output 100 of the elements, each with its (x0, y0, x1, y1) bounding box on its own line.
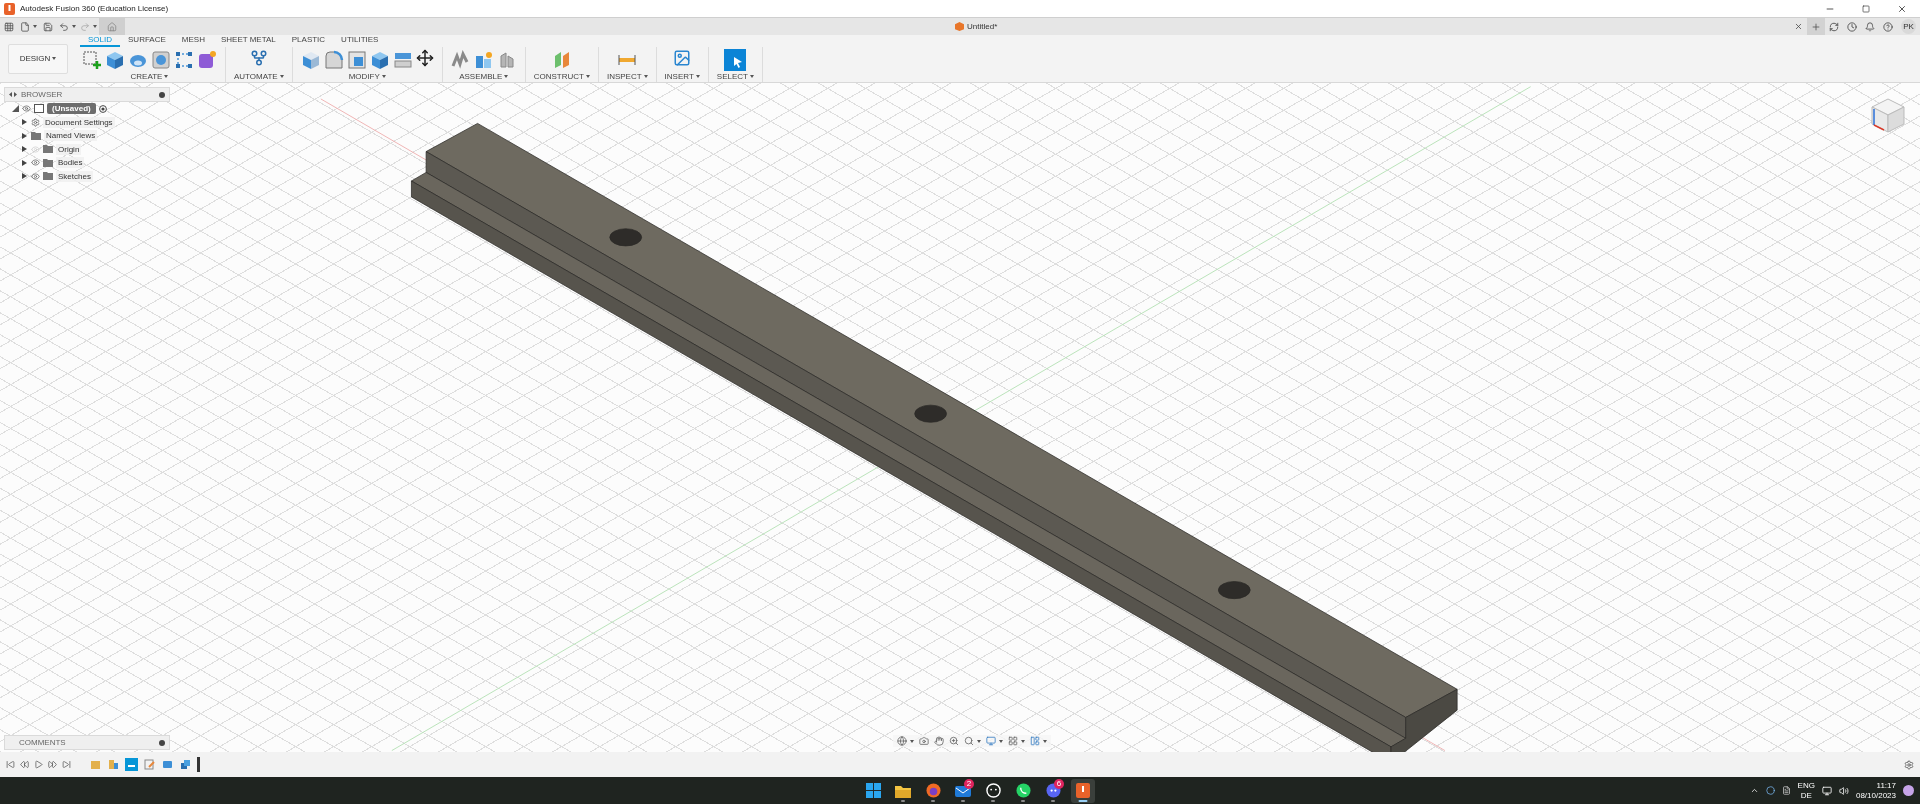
shell-icon[interactable] (346, 50, 367, 70)
browser-item-label[interactable]: Origin (56, 143, 82, 155)
taskbar-app-button[interactable]: 6 (1041, 778, 1065, 803)
taskbar-app-button[interactable]: 2 (951, 778, 975, 803)
image-icon[interactable] (673, 49, 692, 67)
timeline-feature[interactable] (143, 758, 156, 771)
toolbar-tab[interactable]: MESH (173, 35, 213, 47)
caret-icon (279, 75, 284, 78)
camera-icon (919, 736, 929, 746)
tool-group-dropdown[interactable]: SELECT (716, 72, 754, 81)
grid-settings-button[interactable] (1008, 736, 1025, 746)
go-to-start-button[interactable] (6, 760, 15, 769)
look-at-button[interactable] (919, 736, 929, 746)
fork-icon[interactable] (249, 49, 268, 67)
chevron-up-icon[interactable] (1749, 786, 1759, 795)
taskbar-app-button[interactable] (1071, 778, 1095, 803)
pan-button[interactable] (934, 736, 944, 746)
clock[interactable]: 11:17 08/10/2023 (1855, 780, 1896, 801)
viewports-button[interactable] (1030, 736, 1047, 746)
component-icon[interactable] (473, 50, 494, 70)
step-forward-button[interactable] (48, 760, 57, 769)
go-to-end-button[interactable] (62, 760, 71, 769)
browser-item-label[interactable]: Named Views (44, 130, 98, 142)
settings-icon[interactable] (1904, 759, 1914, 770)
caret-icon (1043, 739, 1047, 743)
caret-icon (999, 739, 1003, 743)
browser-item-label[interactable]: Bodies (56, 157, 85, 169)
tool-group-dropdown[interactable]: CONSTRUCT (533, 72, 590, 81)
toolbar-tab[interactable]: UTILITIES (333, 35, 387, 47)
collapse-arrows-icon[interactable] (9, 92, 17, 97)
display-settings-button[interactable] (986, 736, 1003, 746)
orbit-button[interactable] (897, 736, 914, 746)
rewind-icon (20, 760, 29, 769)
speaker-icon[interactable] (1838, 785, 1849, 796)
notification-badge: 2 (964, 778, 974, 789)
help-icon (1883, 21, 1893, 32)
expand-triangle-button[interactable] (20, 131, 28, 141)
collapse-triangle-icon[interactable] (12, 105, 19, 113)
avatar-circle-icon[interactable] (1903, 785, 1914, 796)
caret-icon (1021, 739, 1025, 743)
joint-icon[interactable] (450, 50, 471, 70)
expand-triangle-button[interactable] (20, 171, 28, 181)
orbit-icon (897, 736, 907, 746)
cube-icon[interactable] (105, 50, 125, 70)
hand-icon (934, 736, 944, 746)
combine-icon (180, 759, 191, 770)
timeline-feature[interactable] (125, 758, 138, 771)
caret-icon (381, 75, 386, 78)
toolbar-tab[interactable]: PLASTIC (283, 35, 334, 47)
sketch-plus-icon[interactable] (82, 50, 102, 70)
user-avatar[interactable]: PK (1901, 19, 1916, 34)
expand-triangle-button[interactable] (20, 144, 28, 154)
timeline-marker[interactable] (197, 757, 200, 772)
toolbar-tab[interactable]: SURFACE (120, 35, 174, 47)
tool-group-dropdown[interactable]: CREATE (130, 72, 169, 81)
refresh-icon (1829, 21, 1839, 32)
play-icon (34, 760, 43, 769)
caret-icon (585, 75, 590, 78)
radio-icon[interactable] (98, 104, 107, 113)
combine-icon[interactable] (369, 50, 390, 70)
tool-group-dropdown[interactable]: MODIFY (348, 72, 386, 81)
expand-triangle-button[interactable] (20, 158, 28, 168)
browser-title: BROWSER (21, 90, 64, 99)
play-button[interactable] (34, 760, 43, 769)
tray-app-icon[interactable] (1765, 786, 1775, 795)
date-text: 08/10/2023 (1855, 790, 1896, 801)
caret-icon (695, 75, 700, 78)
timeline-feature[interactable] (179, 758, 192, 771)
step-back-button[interactable] (20, 760, 29, 769)
pattern-icon[interactable] (174, 50, 194, 70)
timeline-feature[interactable] (107, 758, 120, 771)
monitor-icon[interactable] (1821, 785, 1832, 796)
workspace-dropdown[interactable]: DESIGN (8, 43, 68, 74)
language-indicator[interactable]: ENG DE (1797, 780, 1815, 801)
tray-app-icon[interactable] (1781, 786, 1791, 795)
move-icon[interactable] (415, 49, 434, 67)
tool-group-dropdown[interactable]: AUTOMATE (234, 72, 284, 81)
derive-icon[interactable] (197, 50, 217, 70)
zoom-button[interactable] (949, 736, 959, 746)
tool-group-dropdown[interactable]: INSERT (664, 72, 700, 81)
comments-title: COMMENTS (18, 738, 67, 747)
fillet-icon[interactable] (323, 50, 344, 70)
root-component-label[interactable]: (Unsaved) (47, 103, 96, 115)
toolbar-tab[interactable]: SHEET METAL (212, 35, 284, 47)
tool-group-dropdown[interactable]: ASSEMBLE (459, 72, 509, 81)
dot-icon[interactable] (159, 91, 165, 98)
fit-button[interactable] (964, 736, 981, 746)
expand-triangle-button[interactable] (20, 117, 28, 127)
language-text: ENG (1797, 780, 1815, 791)
document-tab[interactable]: Untitled* (951, 18, 1002, 35)
press-pull-icon[interactable] (300, 50, 321, 70)
dot-icon[interactable] (159, 739, 165, 746)
timeline-feature[interactable] (161, 758, 174, 771)
3d-viewport[interactable]: BROWSER (Unsaved) Document Settings Named Views Origin Bodies Sketches COMMENTS (0, 83, 1920, 752)
pointer-icon[interactable] (724, 49, 747, 71)
game-controller-icon (1045, 783, 1061, 798)
browser-item-label[interactable]: Document Settings (43, 116, 115, 128)
tool-group-dropdown[interactable]: INSPECT (606, 72, 648, 81)
hole-icon[interactable] (151, 50, 171, 70)
browser-item-label[interactable]: Sketches (56, 170, 93, 182)
